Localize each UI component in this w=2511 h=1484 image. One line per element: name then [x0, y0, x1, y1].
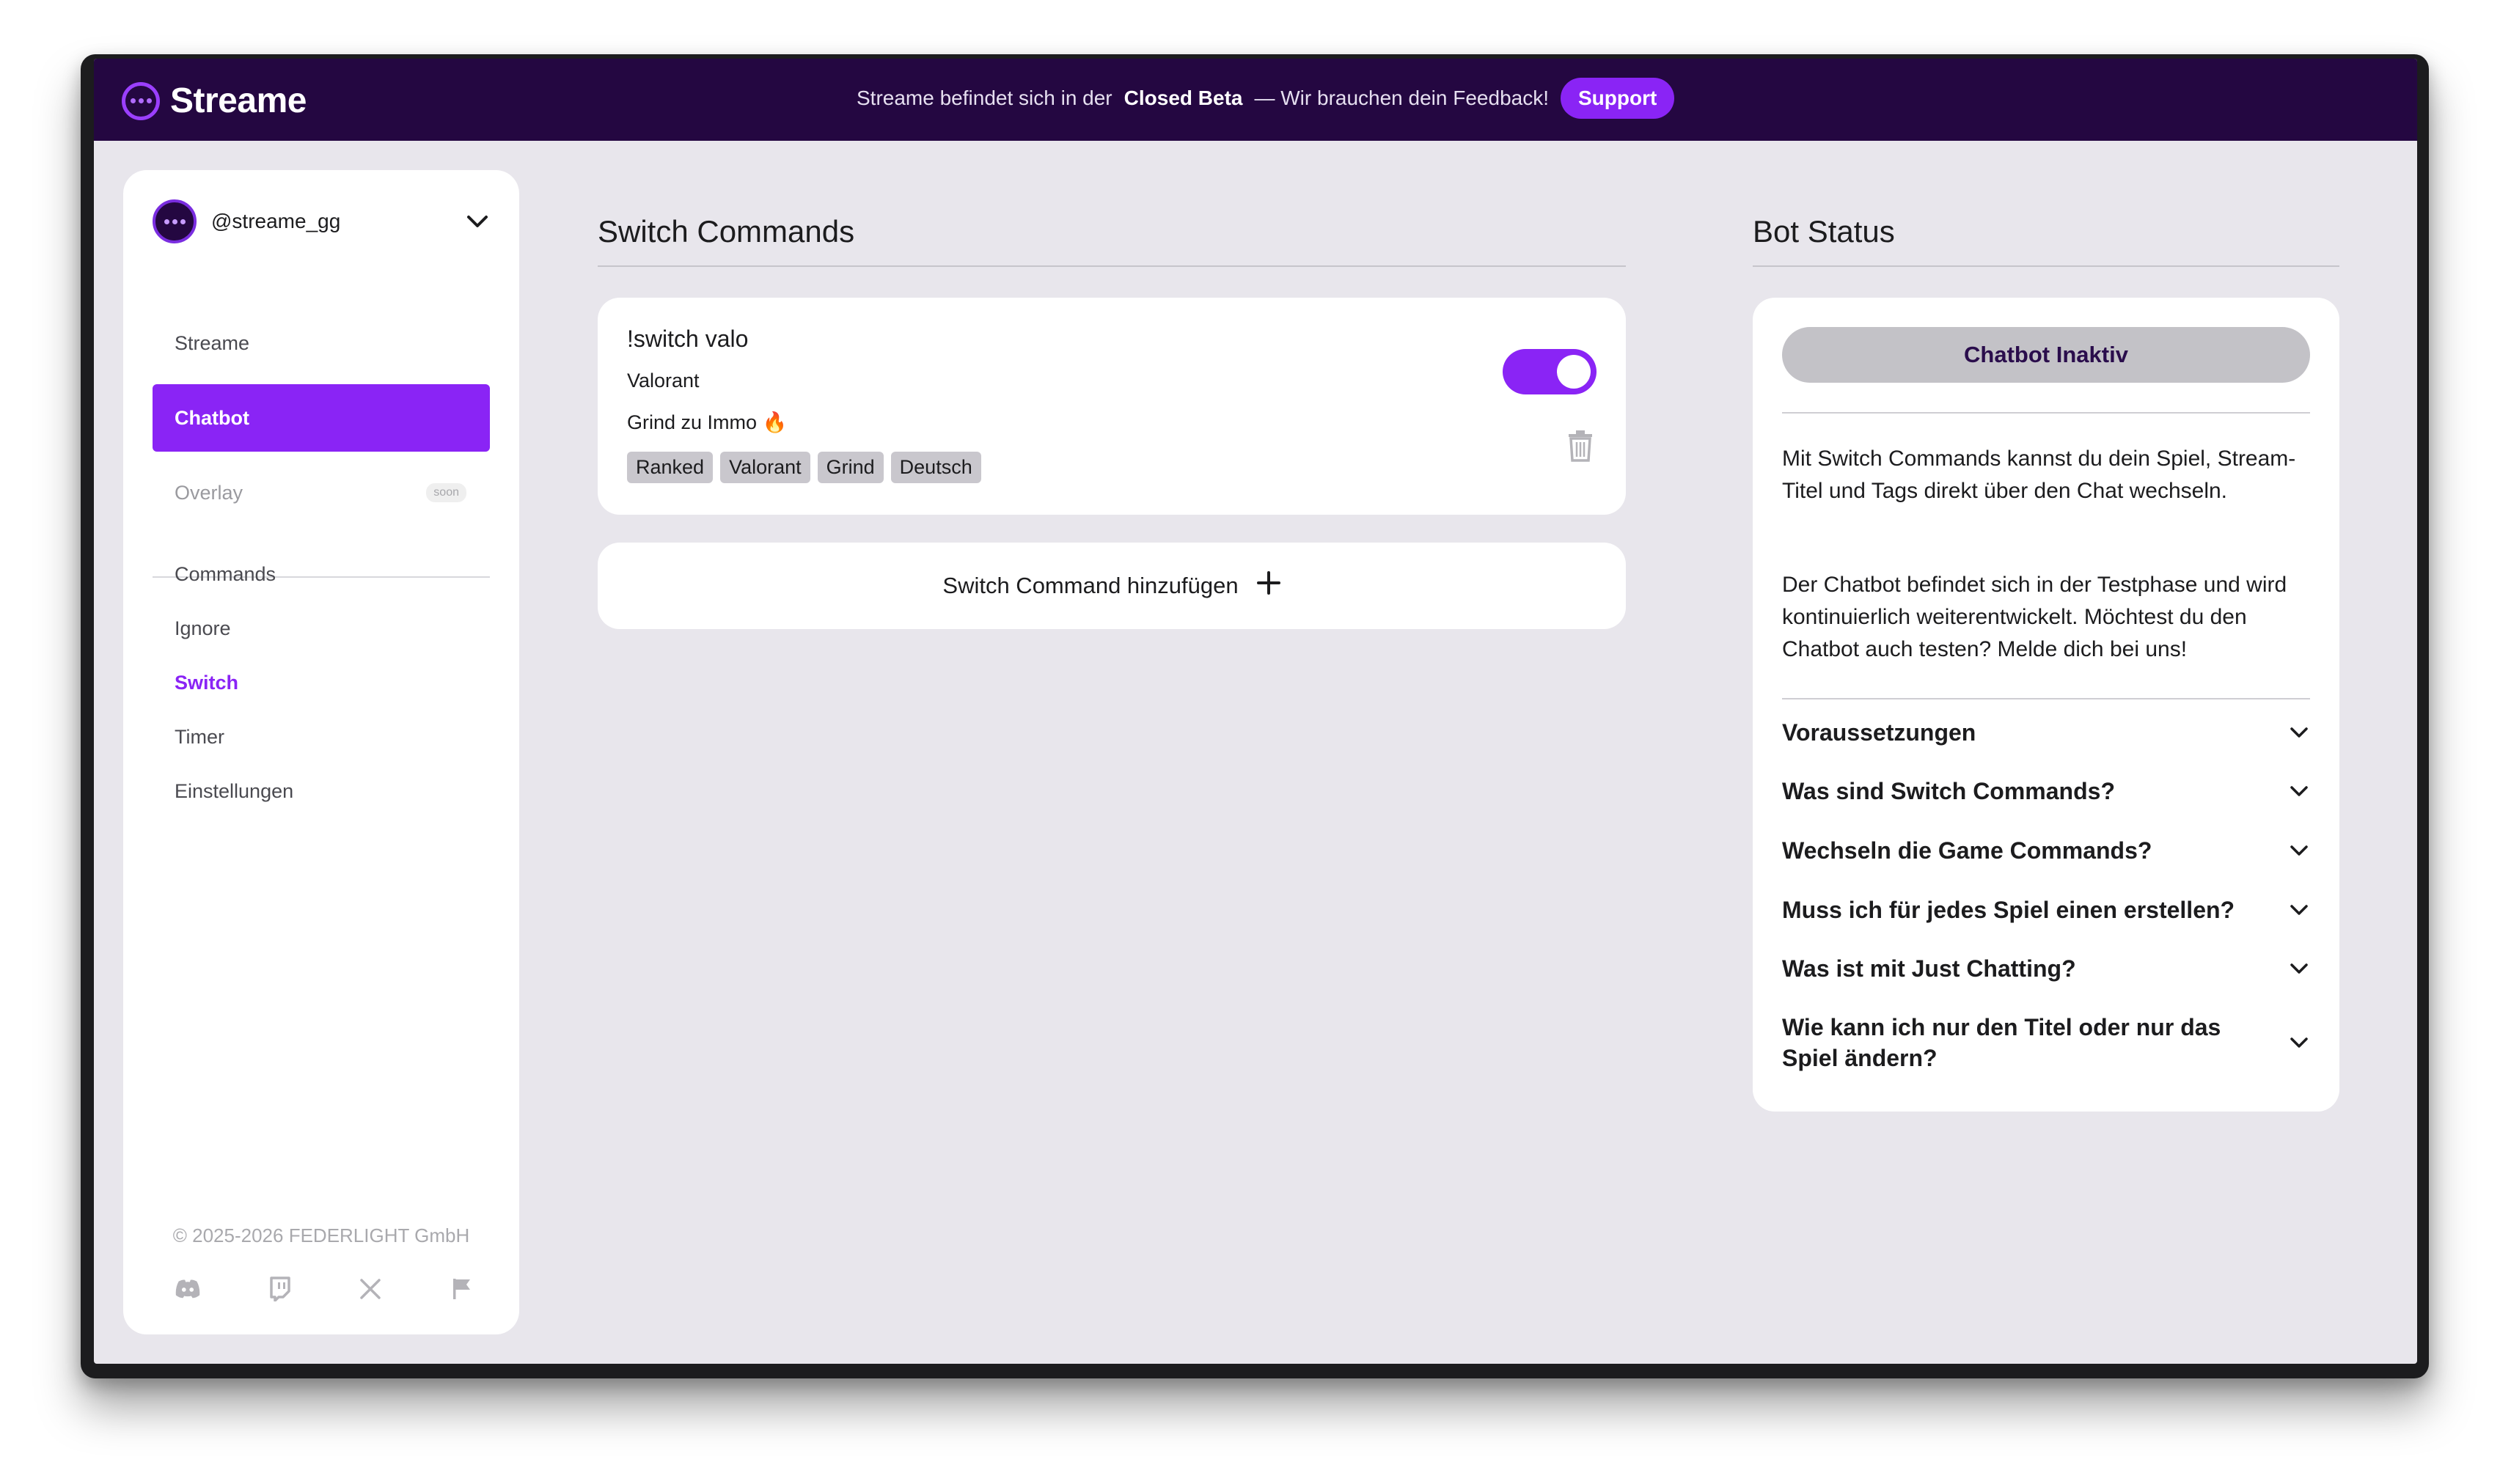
flag-icon[interactable] — [449, 1276, 475, 1302]
banner-text-suffix: — Wir brauchen dein Feedback! — [1254, 87, 1549, 109]
top-bar: Streame Streame befindet sich in der Clo… — [94, 59, 2417, 141]
sub-item-timer[interactable]: Timer — [175, 726, 224, 749]
faq-question: Voraussetzungen — [1782, 719, 1976, 746]
faq-item[interactable]: Was ist mit Just Chatting? — [1782, 953, 2310, 984]
tag: Valorant — [720, 452, 810, 483]
nav-item-chatbot[interactable]: Chatbot — [153, 384, 490, 452]
title-divider — [598, 265, 1626, 267]
chevron-down-icon — [2288, 1032, 2310, 1054]
command-game: Valorant — [627, 370, 700, 392]
switch-command-card[interactable]: !switch valo Valorant Grind zu Immo 🔥 Ra… — [598, 298, 1626, 515]
sub-item-switch[interactable]: Switch — [175, 672, 238, 694]
chevron-down-icon — [2288, 721, 2310, 743]
status-paragraph-1: Mit Switch Commands kannst du dein Spiel… — [1782, 447, 2296, 503]
plus-icon — [1256, 570, 1281, 601]
nav-item-label: Chatbot — [175, 406, 249, 429]
nav-item-streame[interactable]: Streame — [153, 309, 490, 377]
faq-divider — [1782, 698, 2310, 699]
social-links — [175, 1276, 475, 1302]
faq-question: Was ist mit Just Chatting? — [1782, 955, 2076, 982]
twitch-icon[interactable] — [266, 1276, 293, 1302]
bot-status-card: Chatbot Inaktiv Mit Switch Commands kann… — [1753, 298, 2339, 1112]
nav-item-label: Streame — [175, 331, 250, 354]
sub-item-ignore[interactable]: Ignore — [175, 617, 231, 640]
faq-question: Was sind Switch Commands? — [1782, 778, 2115, 804]
nav-item-overlay: Overlay soon — [153, 459, 490, 526]
tag: Grind — [817, 452, 884, 483]
chevron-down-icon — [2288, 840, 2310, 862]
command-tags: Ranked Valorant Grind Deutsch — [627, 452, 981, 483]
x-icon[interactable] — [357, 1276, 384, 1302]
brand[interactable]: Streame — [122, 81, 307, 121]
status-paragraph-2: Der Chatbot befindet sich in der Testpha… — [1782, 573, 2287, 661]
faq-item[interactable]: Voraussetzungen — [1782, 717, 2310, 748]
sub-item-commands[interactable]: Commands — [175, 563, 276, 586]
page-title: Switch Commands — [598, 214, 855, 249]
banner-text-prefix: Streame befindet sich in der — [857, 87, 1112, 109]
chevron-down-icon — [2288, 899, 2310, 921]
tag: Deutsch — [890, 452, 981, 483]
chatbot-status-button[interactable]: Chatbot Inaktiv — [1782, 327, 2310, 383]
faq-question: Wechseln die Game Commands? — [1782, 837, 2152, 864]
account-switcher[interactable]: @streame_gg — [153, 199, 490, 243]
beta-banner: Streame befindet sich in der Closed Beta… — [857, 78, 1675, 119]
streame-logo-icon — [122, 81, 160, 120]
account-name: @streame_gg — [211, 210, 341, 232]
app-screen: Streame Streame befindet sich in der Clo… — [94, 59, 2417, 1364]
sub-item-einstellungen[interactable]: Einstellungen — [175, 780, 293, 803]
nav-item-label: Overlay — [175, 481, 243, 504]
toggle-knob — [1557, 355, 1591, 389]
command-enabled-toggle[interactable] — [1503, 349, 1597, 394]
faq-question: Wie kann ich nur den Titel oder nur das … — [1782, 1014, 2221, 1071]
trash-icon[interactable] — [1567, 430, 1594, 462]
chevron-down-icon — [2288, 780, 2310, 802]
banner-text-bold: Closed Beta — [1123, 87, 1243, 109]
command-stream-title: Grind zu Immo 🔥 — [627, 411, 788, 433]
bot-status-divider — [1753, 265, 2339, 267]
faq-item[interactable]: Muss ich für jedes Spiel einen erstellen… — [1782, 895, 2310, 925]
soon-badge: soon — [426, 483, 466, 502]
sidebar: @streame_gg Streame Chatbot Overlay soon… — [123, 170, 519, 1334]
tag: Ranked — [627, 452, 714, 483]
avatar — [153, 199, 197, 243]
copyright: © 2025-2026 FEDERLIGHT GmbH — [172, 1224, 470, 1246]
chevron-down-icon — [2288, 958, 2310, 980]
support-button[interactable]: Support — [1561, 78, 1675, 119]
bot-status-title: Bot Status — [1753, 214, 1895, 249]
add-switch-command-label: Switch Command hinzufügen — [942, 573, 1239, 598]
chevron-down-icon[interactable] — [465, 209, 490, 234]
command-name: !switch valo — [627, 326, 749, 352]
faq-question: Muss ich für jedes Spiel einen erstellen… — [1782, 897, 2235, 923]
faq-item[interactable]: Wie kann ich nur den Titel oder nur das … — [1782, 1012, 2310, 1073]
status-divider — [1782, 412, 2310, 414]
discord-icon[interactable] — [175, 1276, 201, 1302]
faq-item[interactable]: Was sind Switch Commands? — [1782, 776, 2310, 807]
faq-item[interactable]: Wechseln die Game Commands? — [1782, 835, 2310, 866]
brand-name: Streame — [170, 81, 307, 120]
add-switch-command-button[interactable]: Switch Command hinzufügen — [598, 543, 1626, 629]
